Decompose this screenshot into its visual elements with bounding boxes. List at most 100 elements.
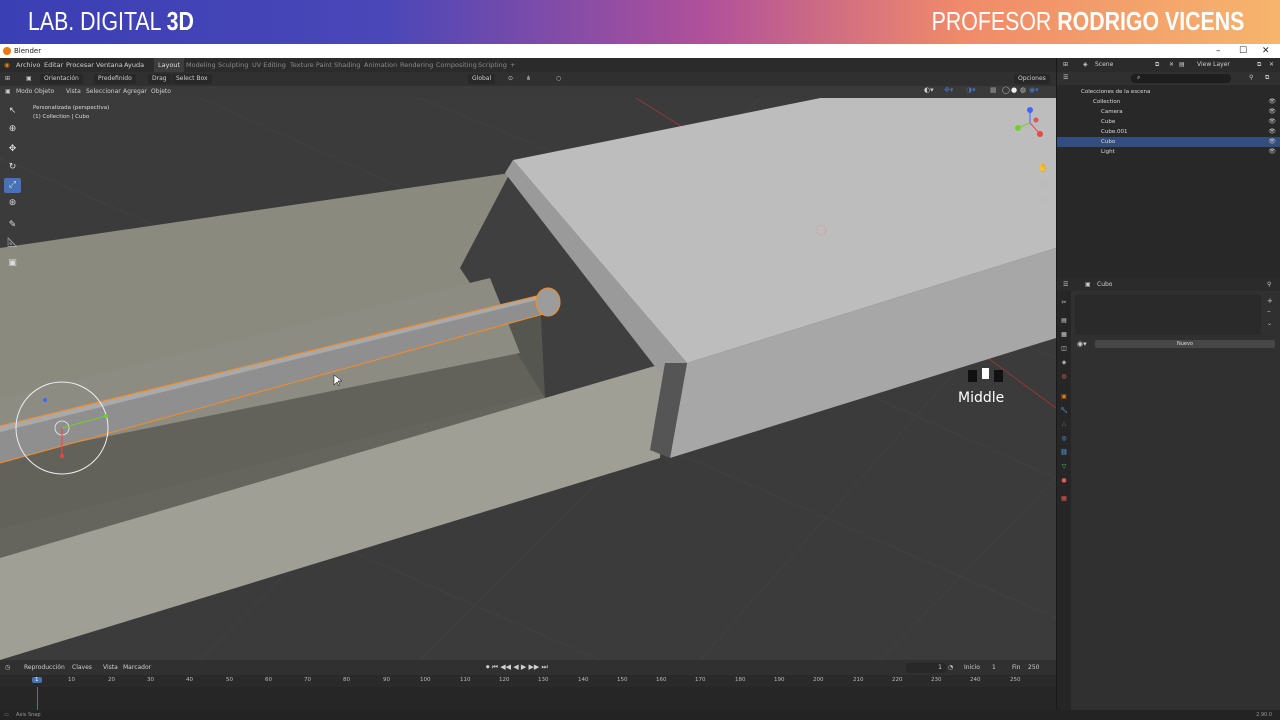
copy-scene-icon[interactable]: ⧉ <box>1155 58 1159 72</box>
camera-view-icon[interactable]: ◙ <box>1037 178 1049 190</box>
outliner-editor-icon[interactable]: ☰ <box>1063 74 1068 81</box>
new-collection-icon[interactable]: ⧉ <box>1265 74 1269 82</box>
close-button[interactable]: ✕ <box>1262 44 1270 58</box>
view-layer-name[interactable]: View Layer <box>1197 58 1230 72</box>
outliner-item-collection[interactable]: Collection 👁︎ <box>1057 97 1280 107</box>
annotate-tool-icon[interactable]: ✎ <box>4 218 21 233</box>
transform-orientation-dropdown[interactable]: Global <box>468 74 496 84</box>
transform-tool-icon[interactable]: ⊛ <box>4 196 21 211</box>
timeline-ruler[interactable]: 1 10 20 30 40 50 60 70 80 90 100 110 120… <box>0 675 1056 687</box>
pin-icon[interactable]: ⚲ <box>1267 278 1271 291</box>
slot-menu-icon[interactable]: ⌄ <box>1267 320 1272 327</box>
tab-shading[interactable]: Shading <box>334 58 360 72</box>
measure-tool-icon[interactable]: 📐︎ <box>4 236 21 251</box>
outliner-item-light[interactable]: Light 👁︎ <box>1057 147 1280 157</box>
xray-icon[interactable]: ▦ <box>990 86 997 94</box>
remove-scene-icon[interactable]: ✕ <box>1169 58 1174 72</box>
menu-procesar[interactable]: Procesar <box>66 58 94 72</box>
timeline-tracks[interactable] <box>0 687 1056 710</box>
world-tab-icon[interactable]: ◍ <box>1060 373 1068 381</box>
menu-objeto[interactable]: Objeto <box>151 86 171 98</box>
editor-type-icon[interactable]: ⊞ <box>5 72 10 86</box>
tab-scripting[interactable]: Scripting <box>478 58 507 72</box>
menu-editar[interactable]: Editar <box>44 58 63 72</box>
cursor-tool-icon[interactable]: ⊕ <box>4 122 21 137</box>
frame-indicator[interactable]: 1 <box>32 677 42 683</box>
keys-menu[interactable]: Claves <box>72 660 92 675</box>
zoom-icon[interactable]: ⌕ <box>1037 146 1049 158</box>
menu-vista[interactable]: Vista <box>66 86 81 98</box>
scene-icon[interactable]: ⊞ <box>1063 58 1068 72</box>
outliner-item-camera[interactable]: Camera 👁︎ <box>1057 107 1280 117</box>
tab-rendering[interactable]: Rendering <box>400 58 433 72</box>
options-dropdown[interactable]: Opciones <box>1014 74 1050 84</box>
modifier-tab-icon[interactable]: 🔧︎ <box>1060 407 1068 415</box>
remove-layer-icon[interactable]: ✕ <box>1269 58 1274 72</box>
add-slot-icon[interactable]: + <box>1267 297 1273 305</box>
visibility-icon[interactable]: ◐▾ <box>924 86 934 94</box>
outliner-item-cube001[interactable]: Cube.001 👁︎ <box>1057 127 1280 137</box>
visibility-eye-icon[interactable]: 👁︎ <box>1268 137 1276 147</box>
material-browse-icon[interactable]: ◉▾ <box>1077 340 1087 348</box>
visibility-eye-icon[interactable]: 👁︎ <box>1268 107 1276 117</box>
pan-hand-icon[interactable]: ✋ <box>1037 162 1049 174</box>
mode-dropdown[interactable]: Modo Objeto <box>16 86 54 98</box>
outliner-search-input[interactable]: ⌕ <box>1131 74 1231 83</box>
gizmo-toggle-icon[interactable]: ✥▾ <box>944 86 953 94</box>
orientation-label[interactable]: Orientación <box>40 74 83 84</box>
material-shading-icon[interactable]: ◍ <box>1020 86 1026 94</box>
tab-texture-paint[interactable]: Texture Paint <box>290 58 332 72</box>
visibility-eye-icon[interactable]: 👁︎ <box>1268 117 1276 127</box>
view-menu[interactable]: Vista <box>103 660 118 675</box>
outliner-item-cubo[interactable]: Cubo 👁︎ <box>1057 137 1280 147</box>
new-material-button[interactable]: Nuevo <box>1095 340 1275 348</box>
texture-tab-icon[interactable]: ▦ <box>1060 495 1068 503</box>
overlay-toggle-icon[interactable]: ◑▾ <box>966 86 976 94</box>
tab-sculpting[interactable]: Sculpting <box>218 58 248 72</box>
viewport-scene[interactable] <box>0 98 1056 660</box>
scale-tool-icon[interactable]: ⤢ <box>4 178 21 193</box>
menu-archivo[interactable]: Archivo <box>16 58 40 72</box>
select-tool-icon[interactable]: ↖ <box>4 104 21 119</box>
object-tab-icon[interactable]: ▣ <box>1060 393 1068 401</box>
render-tab-icon[interactable]: ▤ <box>1060 317 1068 325</box>
tool-tab-icon[interactable]: ✂ <box>1060 299 1068 307</box>
rendered-shading-icon[interactable]: ◉▾ <box>1029 86 1039 94</box>
playback-controls[interactable]: ⏺ ⏮ ◀◀ ◀ ▶ ▶▶ ⏭ <box>486 660 548 675</box>
menu-ayuda[interactable]: Ayuda <box>124 58 144 72</box>
drag-dropdown[interactable]: Select Box <box>172 74 212 84</box>
snap-icon[interactable]: ⋔ <box>526 72 531 86</box>
perspective-grid-icon[interactable]: ▦ <box>1037 194 1049 206</box>
scene-tab-icon[interactable]: ◈ <box>1060 359 1068 367</box>
properties-editor-icon[interactable]: ☰ <box>1063 278 1068 291</box>
solid-shading-icon[interactable]: ● <box>1011 86 1017 94</box>
add-workspace-button[interactable]: + <box>510 58 515 72</box>
transform-icon[interactable]: ▣ <box>26 72 32 86</box>
tab-modeling[interactable]: Modeling <box>186 58 216 72</box>
material-slots-list[interactable] <box>1075 295 1261 335</box>
drag-label[interactable]: Drag <box>148 74 171 84</box>
physics-tab-icon[interactable]: ◎ <box>1060 435 1068 443</box>
particles-tab-icon[interactable]: ∴ <box>1060 421 1068 429</box>
move-tool-icon[interactable]: ✥ <box>4 142 21 157</box>
clock-icon[interactable]: ◔ <box>948 660 953 675</box>
add-cube-tool-icon[interactable]: ▣ <box>4 256 21 271</box>
copy-layer-icon[interactable]: ⧉ <box>1257 58 1261 72</box>
pivot-icon[interactable]: ⊙ <box>508 72 513 86</box>
proportional-edit-icon[interactable]: ○ <box>556 72 561 86</box>
playback-menu[interactable]: Reproducción <box>24 660 65 675</box>
scene-name[interactable]: Scene <box>1095 58 1113 72</box>
visibility-eye-icon[interactable]: 👁︎ <box>1268 147 1276 157</box>
blender-menu-icon[interactable]: ◉ <box>4 58 10 72</box>
remove-slot-icon[interactable]: – <box>1267 307 1271 315</box>
end-frame-field[interactable]: 250 <box>1028 660 1039 675</box>
tab-animation[interactable]: Animation <box>364 58 397 72</box>
menu-ventana[interactable]: Ventana <box>96 58 123 72</box>
output-tab-icon[interactable]: ▦ <box>1060 331 1068 339</box>
orientation-dropdown[interactable]: Predefinido <box>94 74 136 84</box>
visibility-eye-icon[interactable]: 👁︎ <box>1268 97 1276 107</box>
tab-compositing[interactable]: Compositing <box>436 58 477 72</box>
tab-uv-editing[interactable]: UV Editing <box>252 58 286 72</box>
current-frame-field[interactable]: 1 <box>906 663 946 673</box>
material-tab-icon[interactable]: ● <box>1060 477 1068 485</box>
